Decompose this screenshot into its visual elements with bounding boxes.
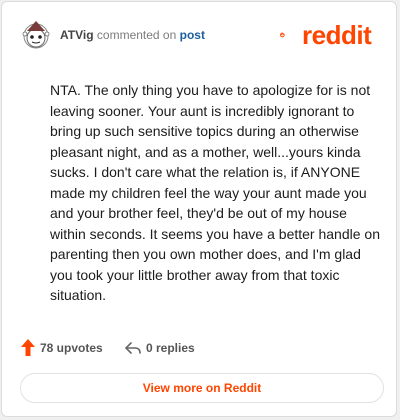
commented-on-text: commented on bbox=[96, 28, 177, 42]
snoo-avatar-icon[interactable] bbox=[20, 18, 52, 50]
reddit-embed-card: ATVig commented on post reddit NTA. The … bbox=[1, 1, 397, 417]
author-name[interactable]: ATVig bbox=[60, 28, 94, 42]
upvote-count: 78 upvotes bbox=[40, 341, 103, 355]
comment-body: NTA. The only thing you have to apologiz… bbox=[50, 82, 380, 303]
comment-header: ATVig commented on post reddit bbox=[2, 2, 398, 62]
view-more-button[interactable]: View more on Reddit bbox=[20, 373, 384, 403]
reddit-logo-text[interactable]: reddit bbox=[302, 20, 372, 50]
post-link[interactable]: post bbox=[180, 28, 205, 42]
author-line: ATVig commented on post bbox=[60, 28, 205, 42]
upvote-arrow-icon[interactable] bbox=[20, 338, 36, 358]
comment-actions: 78 upvotes 0 replies bbox=[20, 338, 380, 362]
reply-count: 0 replies bbox=[146, 341, 195, 355]
reddit-alien-icon[interactable] bbox=[280, 20, 302, 50]
reply-arrow-icon[interactable] bbox=[124, 340, 142, 356]
